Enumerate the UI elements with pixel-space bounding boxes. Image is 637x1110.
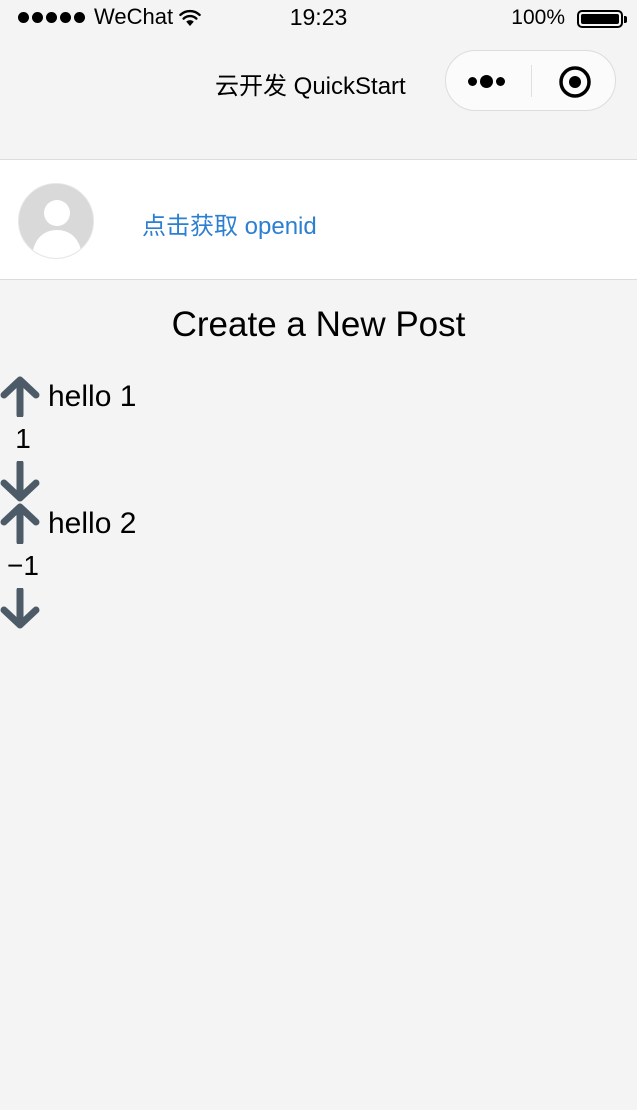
post-title: hello 1 [48, 380, 137, 413]
vote-count: −1 [7, 550, 39, 581]
battery-icon [577, 10, 627, 28]
more-dots-icon[interactable] [460, 65, 520, 97]
battery-percent: 100% [511, 6, 565, 29]
arrow-up-icon[interactable] [0, 375, 40, 417]
arrow-down-icon[interactable] [0, 461, 40, 503]
capsule-divider [531, 65, 532, 97]
close-target-icon[interactable] [558, 65, 592, 99]
post-title: hello 2 [48, 507, 137, 540]
default-avatar-icon[interactable] [18, 183, 94, 259]
create-post-title[interactable]: Create a New Post [0, 305, 637, 345]
arrow-up-icon[interactable] [0, 502, 40, 544]
status-bar: WeChat 19:23 100% [0, 0, 637, 40]
list-item: hello 2 −1 [0, 502, 200, 634]
nav-title: 云开发 QuickStart [215, 73, 406, 100]
arrow-down-icon[interactable] [0, 588, 40, 630]
vote-count: 1 [15, 423, 31, 454]
get-openid-link[interactable]: 点击获取 openid [142, 206, 317, 241]
list-item: hello 1 1 [0, 375, 200, 507]
menu-capsule [445, 50, 616, 111]
user-info-row: 点击获取 openid [0, 159, 637, 280]
